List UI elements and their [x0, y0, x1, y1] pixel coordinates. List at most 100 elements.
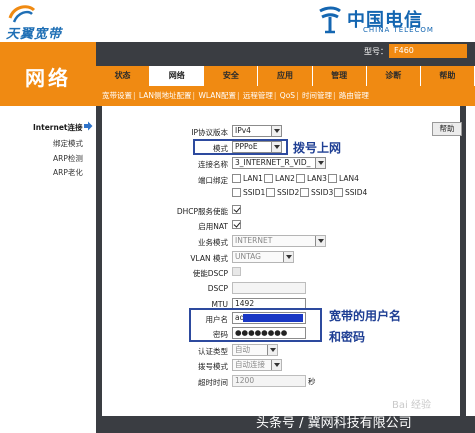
- service-mode-label: 业务模式: [198, 238, 228, 247]
- ssid1-checkbox[interactable]: [232, 188, 241, 197]
- sidebar-item-arp-detect[interactable]: ARP检测: [53, 153, 97, 164]
- tab-security[interactable]: 安全: [204, 66, 259, 86]
- subtab-separator: |: [192, 91, 196, 100]
- subtab-wlan[interactable]: WLAN配置: [198, 91, 236, 100]
- chevron-down-icon: [315, 158, 325, 168]
- arrow-right-icon: [84, 121, 93, 131]
- subtab-separator: |: [296, 91, 299, 100]
- ip-version-value: IPv4: [235, 126, 251, 135]
- subtab-separator: |: [236, 91, 240, 100]
- chevron-down-icon: [271, 360, 281, 370]
- ssid4-label: SSID4: [345, 188, 368, 197]
- subtab-remote-management[interactable]: 远程管理: [243, 91, 273, 100]
- model-value: F460: [389, 44, 467, 58]
- connection-name-select[interactable]: 3_INTERNET_R_VID_: [232, 157, 326, 169]
- dial-mode-label: 拨号模式: [198, 362, 228, 371]
- chevron-down-icon: [315, 236, 325, 246]
- baidu-watermark: Bai 经验: [392, 400, 431, 411]
- china-telecom-logo: 中国电信 CHINA TELECOM: [317, 4, 467, 38]
- model-label: 型号：: [364, 47, 388, 56]
- annotation-account-line2: 和密码: [329, 330, 366, 344]
- password-label: 密码: [213, 330, 228, 339]
- vlan-mode-label: VLAN 模式: [190, 254, 228, 263]
- lan3-label: LAN3: [307, 174, 327, 183]
- nat-checkbox[interactable]: [232, 220, 241, 229]
- sidebar-item-binding-mode[interactable]: 绑定模式: [53, 138, 97, 149]
- service-mode-select[interactable]: INTERNET: [232, 235, 326, 247]
- help-button[interactable]: 帮助: [432, 122, 462, 136]
- subtab-time-management[interactable]: 时间管理: [302, 91, 332, 100]
- timeout-unit: 秒: [308, 377, 316, 386]
- dscp-label: DSCP: [207, 284, 228, 293]
- annotation-account-line1: 宽带的用户名: [329, 309, 402, 323]
- dscp-enable-checkbox[interactable]: [232, 267, 241, 276]
- ip-version-label: IP协议版本: [191, 128, 228, 137]
- dscp-enable-label: 使能DSCP: [192, 269, 228, 278]
- sidebar-item-arp-aging[interactable]: ARP老化: [53, 167, 97, 178]
- main-tabs: 状态 网络 安全 应用 管理 诊断 帮助: [96, 66, 475, 86]
- section-title: 网络: [25, 66, 71, 90]
- service-mode-value: INTERNET: [235, 236, 273, 245]
- subtab-qos[interactable]: QoS: [280, 91, 295, 100]
- ssid4-checkbox[interactable]: [334, 188, 343, 197]
- ssid1-label: SSID1: [243, 188, 266, 197]
- port-binding-label: 端口绑定: [198, 176, 228, 185]
- vlan-mode-select[interactable]: UNTAG: [232, 251, 294, 263]
- auth-type-label: 认证类型: [198, 347, 228, 356]
- connection-name-label: 连接名称: [198, 160, 228, 169]
- auth-type-select[interactable]: 自动: [232, 344, 278, 356]
- mode-value: PPPoE: [235, 142, 258, 151]
- lan1-label: LAN1: [243, 174, 263, 183]
- password-input[interactable]: ●●●●●●●●: [232, 327, 306, 339]
- subtab-separator: |: [273, 91, 277, 100]
- subtabs: 宽带设置| LAN侧地址配置| WLAN配置| 远程管理| QoS| 时间管理|…: [102, 86, 369, 106]
- tab-application[interactable]: 应用: [258, 66, 313, 86]
- nat-label: 启用NAT: [198, 222, 228, 231]
- connection-name-value: 3_INTERNET_R_VID_: [235, 158, 311, 167]
- mode-label: 模式: [213, 144, 228, 153]
- chevron-down-icon: [271, 142, 281, 152]
- dial-mode-select[interactable]: 自动连接: [232, 359, 282, 371]
- username-redaction: [243, 314, 303, 322]
- dhcp-checkbox[interactable]: [232, 205, 241, 214]
- chevron-down-icon: [267, 345, 277, 355]
- dhcp-label: DHCP服务使能: [176, 207, 228, 216]
- tianyi-logo: 天翼宽带: [4, 4, 94, 42]
- timeout-label: 超时时间: [198, 378, 228, 387]
- tab-network[interactable]: 网络: [150, 66, 205, 86]
- auth-type-value: 自动: [235, 345, 250, 354]
- toutiao-watermark: 头条号 / 冀网科技有限公司: [256, 416, 412, 431]
- ssid3-label: SSID3: [311, 188, 334, 197]
- dscp-input[interactable]: [232, 282, 306, 294]
- mode-select[interactable]: PPPoE: [232, 141, 282, 153]
- subtab-broadband[interactable]: 宽带设置: [102, 91, 132, 100]
- china-telecom-en-text: CHINA TELECOM: [363, 26, 434, 34]
- chevron-down-icon: [271, 126, 281, 136]
- dial-mode-value: 自动连接: [235, 360, 265, 369]
- subtab-route-management[interactable]: 路由管理: [339, 91, 369, 100]
- subtab-lan-address[interactable]: LAN侧地址配置: [139, 91, 192, 100]
- ssid3-checkbox[interactable]: [300, 188, 309, 197]
- ip-version-select[interactable]: IPv4: [232, 125, 282, 137]
- lan4-label: LAN4: [339, 174, 359, 183]
- subtab-separator: |: [133, 91, 136, 100]
- tab-help[interactable]: 帮助: [420, 66, 475, 86]
- tab-status[interactable]: 状态: [96, 66, 151, 86]
- ssid2-checkbox[interactable]: [266, 188, 275, 197]
- lan2-label: LAN2: [275, 174, 295, 183]
- timeout-input[interactable]: 1200: [232, 375, 306, 387]
- tab-management[interactable]: 管理: [312, 66, 367, 86]
- chevron-down-icon: [283, 252, 293, 262]
- vlan-mode-value: UNTAG: [235, 252, 261, 261]
- annotation-dial-text: 拨号上网: [293, 141, 342, 155]
- lan3-checkbox[interactable]: [296, 174, 305, 183]
- lan4-checkbox[interactable]: [328, 174, 337, 183]
- username-label: 用户名: [205, 315, 229, 324]
- lan1-checkbox[interactable]: [232, 174, 241, 183]
- lan2-checkbox[interactable]: [264, 174, 273, 183]
- china-telecom-mark-icon: [319, 6, 341, 34]
- tianyi-brand-text: 天翼宽带: [6, 27, 63, 42]
- ssid2-label: SSID2: [277, 188, 300, 197]
- tab-diagnosis[interactable]: 诊断: [366, 66, 421, 86]
- subtab-separator: |: [332, 91, 336, 100]
